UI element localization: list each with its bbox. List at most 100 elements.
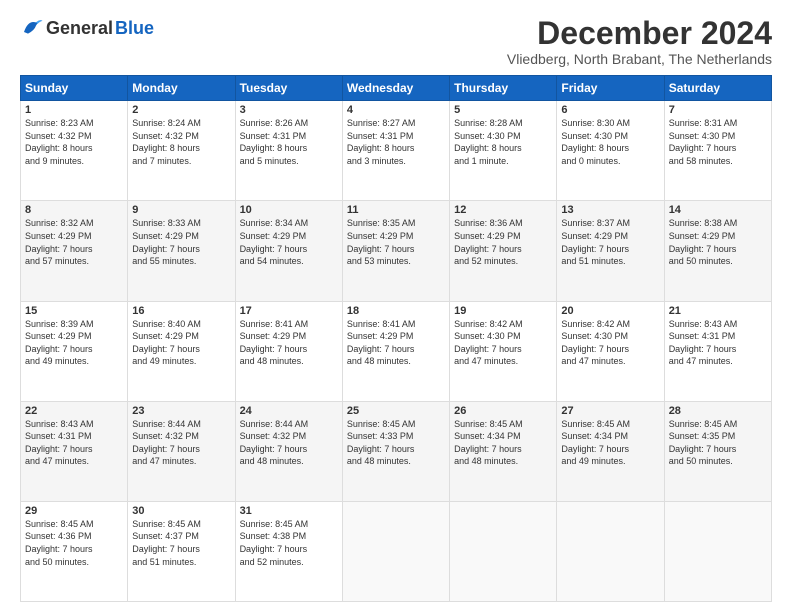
calendar-cell: 3Sunrise: 8:26 AM Sunset: 4:31 PM Daylig… xyxy=(235,101,342,201)
calendar-week-5: 29Sunrise: 8:45 AM Sunset: 4:36 PM Dayli… xyxy=(21,501,772,601)
header-friday: Friday xyxy=(557,76,664,101)
day-info: Sunrise: 8:44 AM Sunset: 4:32 PM Dayligh… xyxy=(132,418,230,468)
calendar-cell xyxy=(557,501,664,601)
day-info: Sunrise: 8:45 AM Sunset: 4:34 PM Dayligh… xyxy=(561,418,659,468)
day-info: Sunrise: 8:35 AM Sunset: 4:29 PM Dayligh… xyxy=(347,217,445,267)
day-info: Sunrise: 8:42 AM Sunset: 4:30 PM Dayligh… xyxy=(454,318,552,368)
day-info: Sunrise: 8:40 AM Sunset: 4:29 PM Dayligh… xyxy=(132,318,230,368)
day-number: 14 xyxy=(669,204,767,216)
calendar-cell: 4Sunrise: 8:27 AM Sunset: 4:31 PM Daylig… xyxy=(342,101,449,201)
day-number: 1 xyxy=(25,104,123,116)
calendar-cell xyxy=(664,501,771,601)
logo-text: General Blue xyxy=(20,16,154,40)
calendar-cell: 21Sunrise: 8:43 AM Sunset: 4:31 PM Dayli… xyxy=(664,301,771,401)
day-number: 27 xyxy=(561,405,659,417)
day-number: 29 xyxy=(25,505,123,517)
day-number: 20 xyxy=(561,305,659,317)
day-info: Sunrise: 8:45 AM Sunset: 4:35 PM Dayligh… xyxy=(669,418,767,468)
day-info: Sunrise: 8:45 AM Sunset: 4:37 PM Dayligh… xyxy=(132,518,230,568)
calendar-cell xyxy=(342,501,449,601)
day-info: Sunrise: 8:27 AM Sunset: 4:31 PM Dayligh… xyxy=(347,117,445,167)
day-number: 21 xyxy=(669,305,767,317)
calendar-cell: 2Sunrise: 8:24 AM Sunset: 4:32 PM Daylig… xyxy=(128,101,235,201)
day-number: 7 xyxy=(669,104,767,116)
header-tuesday: Tuesday xyxy=(235,76,342,101)
calendar-cell: 15Sunrise: 8:39 AM Sunset: 4:29 PM Dayli… xyxy=(21,301,128,401)
header-sunday: Sunday xyxy=(21,76,128,101)
calendar-cell: 5Sunrise: 8:28 AM Sunset: 4:30 PM Daylig… xyxy=(450,101,557,201)
day-number: 13 xyxy=(561,204,659,216)
day-info: Sunrise: 8:26 AM Sunset: 4:31 PM Dayligh… xyxy=(240,117,338,167)
header: General Blue December 2024 Vliedberg, No… xyxy=(20,16,772,67)
header-thursday: Thursday xyxy=(450,76,557,101)
day-info: Sunrise: 8:45 AM Sunset: 4:36 PM Dayligh… xyxy=(25,518,123,568)
calendar-cell xyxy=(450,501,557,601)
calendar-cell: 10Sunrise: 8:34 AM Sunset: 4:29 PM Dayli… xyxy=(235,201,342,301)
day-number: 10 xyxy=(240,204,338,216)
day-info: Sunrise: 8:34 AM Sunset: 4:29 PM Dayligh… xyxy=(240,217,338,267)
day-number: 25 xyxy=(347,405,445,417)
calendar-cell: 18Sunrise: 8:41 AM Sunset: 4:29 PM Dayli… xyxy=(342,301,449,401)
calendar-week-3: 15Sunrise: 8:39 AM Sunset: 4:29 PM Dayli… xyxy=(21,301,772,401)
calendar-cell: 27Sunrise: 8:45 AM Sunset: 4:34 PM Dayli… xyxy=(557,401,664,501)
day-info: Sunrise: 8:33 AM Sunset: 4:29 PM Dayligh… xyxy=(132,217,230,267)
day-info: Sunrise: 8:38 AM Sunset: 4:29 PM Dayligh… xyxy=(669,217,767,267)
calendar-cell: 23Sunrise: 8:44 AM Sunset: 4:32 PM Dayli… xyxy=(128,401,235,501)
day-number: 2 xyxy=(132,104,230,116)
day-info: Sunrise: 8:28 AM Sunset: 4:30 PM Dayligh… xyxy=(454,117,552,167)
title-section: December 2024 Vliedberg, North Brabant, … xyxy=(507,16,772,67)
day-number: 9 xyxy=(132,204,230,216)
calendar-cell: 29Sunrise: 8:45 AM Sunset: 4:36 PM Dayli… xyxy=(21,501,128,601)
day-info: Sunrise: 8:24 AM Sunset: 4:32 PM Dayligh… xyxy=(132,117,230,167)
day-number: 17 xyxy=(240,305,338,317)
day-number: 26 xyxy=(454,405,552,417)
day-number: 30 xyxy=(132,505,230,517)
calendar-week-1: 1Sunrise: 8:23 AM Sunset: 4:32 PM Daylig… xyxy=(21,101,772,201)
day-number: 19 xyxy=(454,305,552,317)
day-number: 18 xyxy=(347,305,445,317)
day-number: 5 xyxy=(454,104,552,116)
calendar-cell: 1Sunrise: 8:23 AM Sunset: 4:32 PM Daylig… xyxy=(21,101,128,201)
header-saturday: Saturday xyxy=(664,76,771,101)
day-number: 3 xyxy=(240,104,338,116)
day-info: Sunrise: 8:45 AM Sunset: 4:38 PM Dayligh… xyxy=(240,518,338,568)
day-number: 28 xyxy=(669,405,767,417)
day-info: Sunrise: 8:37 AM Sunset: 4:29 PM Dayligh… xyxy=(561,217,659,267)
day-number: 4 xyxy=(347,104,445,116)
day-number: 31 xyxy=(240,505,338,517)
day-info: Sunrise: 8:36 AM Sunset: 4:29 PM Dayligh… xyxy=(454,217,552,267)
calendar-cell: 26Sunrise: 8:45 AM Sunset: 4:34 PM Dayli… xyxy=(450,401,557,501)
day-info: Sunrise: 8:44 AM Sunset: 4:32 PM Dayligh… xyxy=(240,418,338,468)
calendar-cell: 9Sunrise: 8:33 AM Sunset: 4:29 PM Daylig… xyxy=(128,201,235,301)
day-number: 23 xyxy=(132,405,230,417)
calendar-cell: 19Sunrise: 8:42 AM Sunset: 4:30 PM Dayli… xyxy=(450,301,557,401)
header-wednesday: Wednesday xyxy=(342,76,449,101)
calendar-cell: 11Sunrise: 8:35 AM Sunset: 4:29 PM Dayli… xyxy=(342,201,449,301)
calendar-cell: 6Sunrise: 8:30 AM Sunset: 4:30 PM Daylig… xyxy=(557,101,664,201)
day-info: Sunrise: 8:41 AM Sunset: 4:29 PM Dayligh… xyxy=(240,318,338,368)
calendar-cell: 8Sunrise: 8:32 AM Sunset: 4:29 PM Daylig… xyxy=(21,201,128,301)
day-number: 6 xyxy=(561,104,659,116)
calendar-week-4: 22Sunrise: 8:43 AM Sunset: 4:31 PM Dayli… xyxy=(21,401,772,501)
subtitle: Vliedberg, North Brabant, The Netherland… xyxy=(507,51,772,67)
calendar-cell: 14Sunrise: 8:38 AM Sunset: 4:29 PM Dayli… xyxy=(664,201,771,301)
day-info: Sunrise: 8:31 AM Sunset: 4:30 PM Dayligh… xyxy=(669,117,767,167)
page: General Blue December 2024 Vliedberg, No… xyxy=(0,0,792,612)
calendar-cell: 20Sunrise: 8:42 AM Sunset: 4:30 PM Dayli… xyxy=(557,301,664,401)
calendar-cell: 12Sunrise: 8:36 AM Sunset: 4:29 PM Dayli… xyxy=(450,201,557,301)
calendar-cell: 30Sunrise: 8:45 AM Sunset: 4:37 PM Dayli… xyxy=(128,501,235,601)
calendar-table: Sunday Monday Tuesday Wednesday Thursday… xyxy=(20,75,772,602)
day-number: 11 xyxy=(347,204,445,216)
day-info: Sunrise: 8:23 AM Sunset: 4:32 PM Dayligh… xyxy=(25,117,123,167)
day-number: 15 xyxy=(25,305,123,317)
day-info: Sunrise: 8:45 AM Sunset: 4:33 PM Dayligh… xyxy=(347,418,445,468)
day-number: 8 xyxy=(25,204,123,216)
calendar-week-2: 8Sunrise: 8:32 AM Sunset: 4:29 PM Daylig… xyxy=(21,201,772,301)
calendar-cell: 17Sunrise: 8:41 AM Sunset: 4:29 PM Dayli… xyxy=(235,301,342,401)
calendar-cell: 25Sunrise: 8:45 AM Sunset: 4:33 PM Dayli… xyxy=(342,401,449,501)
day-info: Sunrise: 8:43 AM Sunset: 4:31 PM Dayligh… xyxy=(669,318,767,368)
day-number: 16 xyxy=(132,305,230,317)
calendar-cell: 13Sunrise: 8:37 AM Sunset: 4:29 PM Dayli… xyxy=(557,201,664,301)
calendar-cell: 7Sunrise: 8:31 AM Sunset: 4:30 PM Daylig… xyxy=(664,101,771,201)
day-number: 24 xyxy=(240,405,338,417)
